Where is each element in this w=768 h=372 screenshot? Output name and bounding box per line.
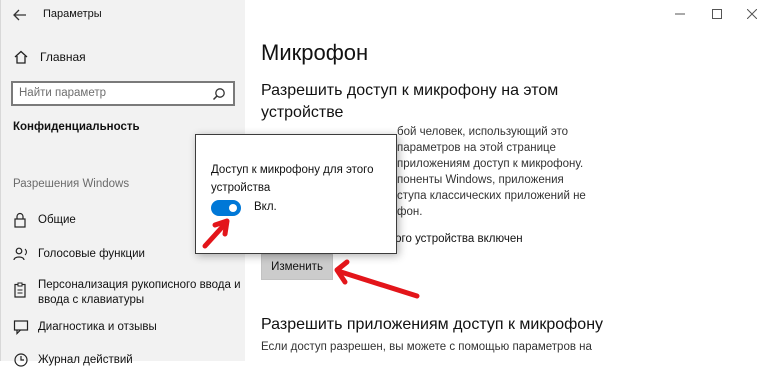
settings-window: Главная Найти параметр Конфиденциальност… (0, 0, 768, 367)
sidebar-item-label: Диагностика и отзывы (38, 321, 157, 333)
section-heading-line1: Разрешить доступ к микрофону на этом (261, 82, 559, 99)
search-placeholder: Найти параметр (19, 87, 107, 99)
sidebar-item-label-line2: ввода с клавиатуры (38, 294, 145, 306)
sidebar-item-inking[interactable]: Персонализация рукописного ввода и ввода… (11, 275, 241, 309)
section-heading-app-access: Разрешить приложениям доступ к микрофону (261, 316, 604, 333)
toggle-state-label: Вкл. (254, 201, 277, 213)
sidebar-item-label: Общие (38, 214, 76, 226)
sidebar-section-title: Конфиденциальность (13, 121, 140, 133)
toggle-knob (229, 204, 237, 212)
description-text: поненты Windows, приложения (397, 174, 564, 186)
search-input[interactable]: Найти параметр (11, 81, 235, 106)
flyout-title: Доступ к микрофону для этого устройства (211, 164, 374, 194)
sidebar-item-activity-history[interactable]: Журнал действий (11, 350, 241, 372)
section-heading-line2: устройстве (261, 104, 344, 121)
description-text: фон. (397, 206, 423, 218)
search-icon[interactable] (212, 87, 226, 101)
sidebar-item-diagnostics[interactable]: Диагностика и отзывы (11, 317, 241, 339)
back-button[interactable] (9, 5, 31, 25)
history-icon (13, 352, 29, 368)
annotation-arrow-toggle (202, 218, 230, 249)
sidebar-item-label: Персонализация рукописного ввода и ввода… (38, 278, 241, 308)
sidebar-item-home[interactable]: Главная (11, 47, 236, 67)
clipboard-icon (13, 282, 27, 298)
home-icon (13, 49, 29, 65)
annotation-arrow-change (334, 259, 420, 299)
window-title: Параметры (43, 8, 102, 20)
sidebar-home-label: Главная (40, 50, 86, 64)
sidebar-item-label: Голосовые функции (38, 248, 145, 260)
description-text: бой человек, использующий это (397, 126, 569, 138)
change-button[interactable]: Изменить (261, 254, 333, 280)
sidebar-group-label: Разрешения Windows (13, 178, 130, 190)
section-heading-device-access: Разрешить доступ к микрофону на этом уст… (261, 80, 558, 124)
page-title: Микрофон (261, 40, 369, 65)
person-speech-icon (13, 246, 29, 262)
feedback-icon (13, 319, 29, 335)
sidebar-item-label-line1: Персонализация рукописного ввода и (38, 279, 241, 291)
description-text: ступа классических приложений не (397, 190, 586, 202)
description-text: приложениям доступ к микрофону. (397, 158, 584, 170)
description-text: параметров на этой странице (397, 142, 556, 154)
lock-icon (13, 212, 27, 228)
device-access-status: того устройства включен (390, 233, 523, 245)
description-text: Если доступ разрешен, вы можете с помощь… (261, 341, 592, 353)
